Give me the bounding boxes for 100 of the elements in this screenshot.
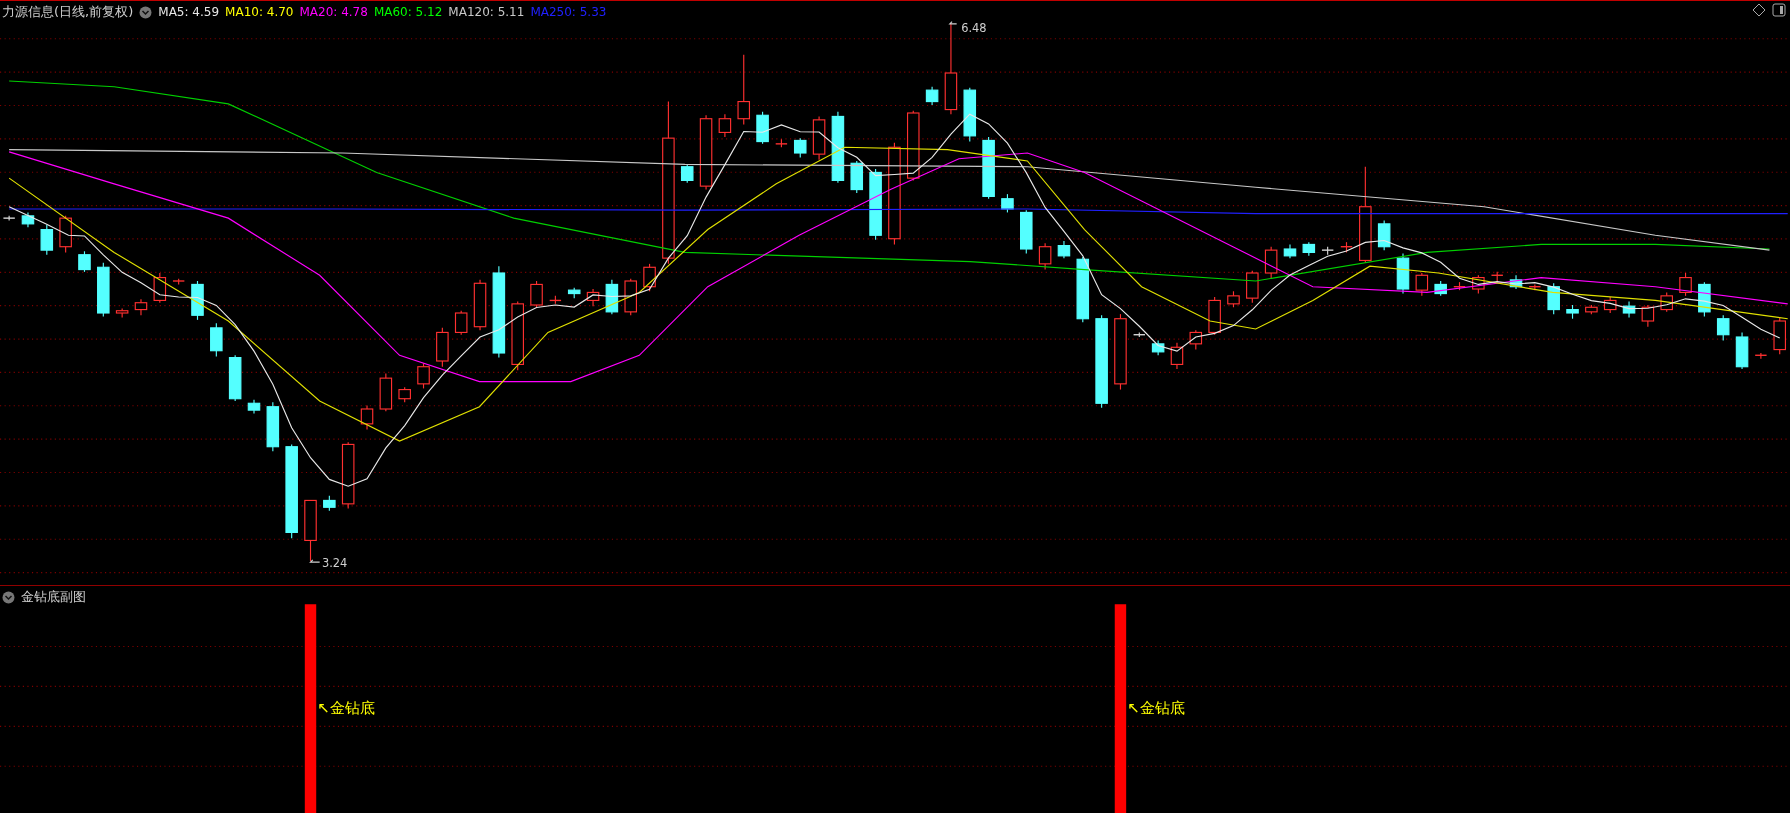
- candlestick: [1603, 296, 1617, 314]
- candlestick: [97, 262, 110, 317]
- candlestick: [1264, 246, 1278, 280]
- chevron-down-icon[interactable]: [2, 590, 15, 604]
- indicator-value: MA250: 5.33: [530, 5, 607, 19]
- candlestick: [1585, 304, 1598, 315]
- candlestick: [21, 211, 35, 228]
- indicator-value: MA120: 5.11: [448, 5, 525, 19]
- panel-title: 金钻底副图: [21, 588, 86, 606]
- candlestick: [1132, 331, 1146, 338]
- candlestick: [1453, 281, 1466, 291]
- candlestick: [1622, 301, 1636, 319]
- high-price-label: 6.48: [961, 20, 987, 35]
- candlestick: [1170, 342, 1184, 370]
- candlestick: [210, 322, 223, 357]
- indicator-value: MA5: 4.59: [158, 5, 220, 19]
- candlestick: [1660, 291, 1673, 313]
- candlestick: [1472, 274, 1485, 295]
- candlestick: [1001, 193, 1014, 213]
- candlestick: [1679, 272, 1692, 297]
- candlestick: [1566, 304, 1579, 320]
- candlestick: [1246, 270, 1259, 304]
- chart-title: 力源信息(日线,前复权): [2, 3, 134, 21]
- candlestick: [153, 272, 167, 304]
- diamond-icon[interactable]: [1752, 3, 1766, 17]
- candlestick: [1641, 304, 1655, 328]
- candlestick: [605, 279, 619, 315]
- candlestick: [624, 278, 637, 316]
- candlestick: [1151, 339, 1165, 356]
- candlestick: [1302, 241, 1316, 257]
- candlestick: [1434, 280, 1447, 297]
- candlestick: [1415, 272, 1429, 297]
- candlestick: [379, 373, 393, 412]
- candlestick: [812, 115, 826, 161]
- candlestick: [511, 301, 524, 371]
- leader-line: [309, 559, 321, 563]
- signal-label: ↖金钻底: [1127, 698, 1185, 716]
- candlestick: [398, 386, 411, 403]
- candlestick: [454, 310, 468, 336]
- candlestick: [586, 288, 600, 307]
- candlestick: [1038, 242, 1052, 271]
- candlestick: [1020, 209, 1033, 255]
- leader-line: [948, 21, 958, 25]
- candlestick: [417, 362, 430, 389]
- candlestick: [718, 113, 732, 138]
- candlestick: [1754, 352, 1768, 360]
- candlestick: [1321, 246, 1335, 256]
- candlestick: [925, 86, 939, 106]
- candlestick: [680, 163, 694, 184]
- candlestick: [360, 405, 374, 431]
- candlestick: [228, 354, 242, 402]
- candlestick: [134, 298, 148, 316]
- candlestick: [1547, 282, 1560, 315]
- candlestick: [1773, 317, 1786, 355]
- candlestick: [1208, 296, 1221, 336]
- candlestick: [1716, 314, 1730, 341]
- signal-label: ↖金钻底: [317, 698, 375, 716]
- candlestick: [172, 278, 186, 285]
- panel-toggle-icon[interactable]: [1772, 3, 1786, 17]
- candlestick: [59, 215, 72, 253]
- candlestick: [341, 441, 355, 509]
- candlestick: [1509, 274, 1523, 290]
- candlestick: [1377, 219, 1391, 251]
- candlestick: [1189, 329, 1203, 351]
- candlestick: [530, 280, 543, 308]
- candlestick: [2, 215, 16, 221]
- candlestick: [907, 110, 920, 181]
- indicator-value: MA20: 4.78: [299, 5, 368, 19]
- candlestick: [40, 224, 54, 256]
- candlestick: [115, 307, 129, 319]
- candlestick: [323, 495, 336, 512]
- candlestick: [1735, 331, 1749, 370]
- candlestick: [78, 250, 91, 273]
- candlestick: [1076, 256, 1090, 323]
- candlestick: [304, 499, 317, 562]
- candlestick: [1057, 240, 1071, 259]
- candlestick: [775, 138, 788, 148]
- candlestick: [1490, 271, 1504, 282]
- candlestick: [1528, 283, 1542, 291]
- candlestick: [436, 327, 449, 368]
- candlestick: [1227, 290, 1240, 308]
- indicator-value: MA10: 4.70: [225, 5, 294, 19]
- candlestick: [191, 280, 204, 321]
- candlestick: [737, 54, 751, 125]
- low-price-label: 3.24: [321, 555, 348, 570]
- candlestick: [567, 287, 581, 299]
- candlestick: [247, 399, 261, 415]
- chevron-down-icon[interactable]: [139, 5, 153, 19]
- candlestick: [1283, 243, 1297, 259]
- candlestick: [1340, 241, 1353, 253]
- candlestick: [982, 136, 995, 200]
- candlestick: [549, 295, 562, 305]
- indicator-value: MA60: 5.12: [373, 5, 443, 19]
- candlestick: [1396, 253, 1410, 295]
- candlestick: [643, 263, 656, 292]
- candlestick: [473, 279, 487, 331]
- candlestick: [793, 137, 807, 159]
- candlestick: [850, 160, 864, 194]
- candlestick: [756, 111, 769, 145]
- candlestick: [963, 87, 977, 143]
